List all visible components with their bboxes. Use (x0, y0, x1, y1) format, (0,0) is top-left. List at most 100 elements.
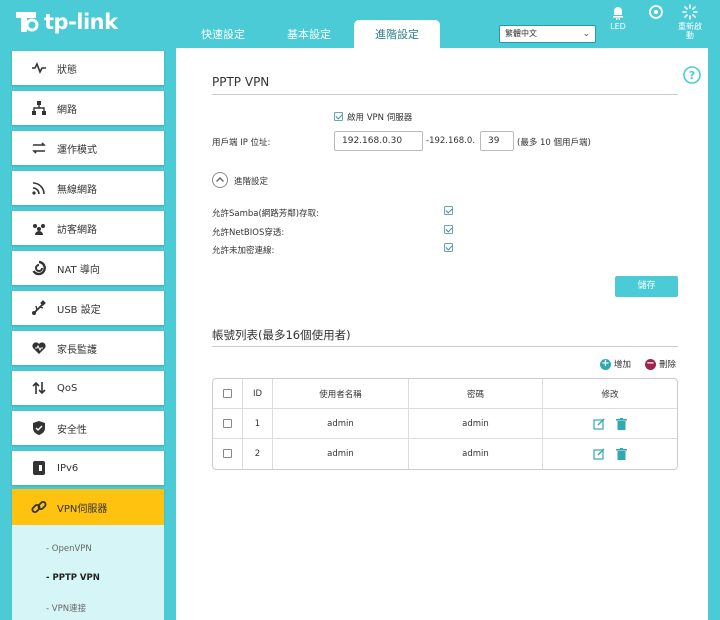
reboot-label-line2: 動 (686, 31, 694, 40)
row-password: admin (409, 439, 543, 469)
sidebar-item-wireless[interactable]: 無線網路 (12, 171, 164, 205)
sidebar-item-operation-mode[interactable]: 運作模式 (12, 131, 164, 165)
pulse-icon (31, 60, 47, 76)
add-label: 增加 (614, 360, 632, 370)
sidebar-item-label: IPv6 (57, 462, 79, 474)
sidebar-item-label: QoS (57, 382, 78, 394)
select-all-cell (213, 379, 243, 409)
edit-icon[interactable] (593, 448, 605, 460)
row-actions (543, 439, 677, 469)
led-label: LED (610, 22, 626, 31)
pptp-section-title: PPTP VPN (212, 75, 270, 89)
ip-limit-note: (最多 10 個用戶端) (517, 138, 591, 148)
ip-end-input[interactable]: 39 (480, 131, 514, 151)
mode-icon (31, 140, 47, 156)
main-panel: ? PPTP VPN 啟用 VPN 伺服器 用戶端 IP 位址: 192.168… (176, 48, 708, 620)
refresh-gear-icon (649, 5, 663, 19)
minus-icon: − (645, 357, 656, 370)
column-header-id: ID (243, 379, 273, 409)
reboot-label-line1: 重新啟 (678, 22, 702, 31)
delete-account-button[interactable]: − 刪除 (645, 358, 676, 370)
sidebar-item-guest-network[interactable]: 訪客網路 (12, 211, 164, 245)
delete-label: 刪除 (659, 360, 677, 370)
enable-vpn-checkbox[interactable] (334, 112, 343, 121)
sidebar-item-status[interactable]: 狀態 (12, 51, 164, 85)
select-all-checkbox[interactable] (223, 388, 232, 398)
tab-quick-setup[interactable]: 快速設定 (180, 20, 266, 48)
add-account-button[interactable]: + 增加 (600, 358, 631, 370)
sidebar-item-vpn-server[interactable]: VPN伺服器 (12, 489, 164, 525)
sidebar-item-label: 無線網路 (57, 184, 97, 196)
svg-text:?: ? (689, 69, 695, 82)
sidebar-item-usb[interactable]: USB 設定 (12, 291, 164, 325)
account-table: ID 使用者名稱 密碼 修改 1 admin admin 2 admin adm… (212, 378, 678, 470)
column-header-username: 使用者名稱 (273, 379, 409, 409)
heart-icon (31, 340, 47, 356)
language-select[interactable]: 繁體中文 ⌄ (499, 25, 596, 43)
column-header-password: 密碼 (409, 379, 543, 409)
tab-basic[interactable]: 基本設定 (266, 20, 352, 48)
sidebar-item-label: 訪客網路 (57, 224, 97, 236)
row-checkbox[interactable] (223, 449, 232, 458)
row-id: 1 (243, 409, 273, 439)
sidebar-item-ipv6[interactable]: IPv6 (12, 451, 164, 485)
shield-icon (31, 420, 47, 436)
sidebar-item-security[interactable]: 安全性 (12, 411, 164, 445)
sidebar-item-label: NAT 導向 (57, 264, 100, 276)
guest-icon (31, 220, 47, 236)
wireless-icon (31, 180, 47, 196)
row-actions (543, 409, 677, 439)
sidebar-item-nat[interactable]: NAT 導向 (12, 251, 164, 285)
ip-range-prefix: -192.168.0. (426, 136, 476, 146)
tp-link-logo: tp-link (12, 8, 118, 36)
submenu-item-openvpn[interactable]: - OpenVPN (46, 544, 92, 554)
submenu-item-pptp-vpn[interactable]: - PPTP VPN (46, 573, 100, 583)
sidebar-item-qos[interactable]: QoS (12, 371, 164, 405)
trash-icon[interactable] (615, 448, 627, 460)
vpn-link-icon (31, 499, 47, 515)
sidebar-item-label: VPN伺服器 (57, 503, 108, 515)
help-icon[interactable]: ? (683, 66, 701, 84)
language-select-value: 繁體中文 (505, 29, 537, 38)
header: tp-link 快速設定 基本設定 進階設定 繁體中文 ⌄ LED 重新啟 動 (0, 0, 720, 48)
reboot-button[interactable]: 重新啟 動 (678, 4, 702, 40)
sidebar-item-parental-controls[interactable]: 家長監護 (12, 331, 164, 365)
enable-vpn-label: 啟用 VPN 伺服器 (347, 113, 413, 123)
led-button[interactable]: LED (610, 4, 626, 31)
row-select-cell (213, 409, 243, 439)
samba-access-checkbox[interactable] (444, 206, 453, 215)
brand-name: tp-link (44, 10, 118, 34)
trash-icon[interactable] (615, 417, 627, 430)
account-divider (212, 346, 678, 347)
tp-link-logo-icon (16, 12, 39, 32)
sidebar-item-network[interactable]: 網路 (12, 91, 164, 125)
nat-icon (31, 260, 47, 276)
ip-start-input[interactable]: 192.168.0.30 (334, 131, 423, 151)
ipv6-icon (31, 460, 47, 476)
unencrypted-label: 允許未加密連線: (212, 246, 275, 256)
submenu-item-vpn-connections[interactable]: - VPN連接 (46, 602, 86, 614)
tab-advanced[interactable]: 進階設定 (354, 20, 440, 48)
table-header-row: ID 使用者名稱 密碼 修改 (213, 379, 677, 409)
led-icon (613, 7, 623, 20)
chevron-down-icon: ⌄ (582, 29, 590, 39)
usb-icon (31, 300, 47, 316)
row-checkbox[interactable] (223, 418, 232, 428)
edit-icon[interactable] (593, 418, 605, 430)
sidebar-item-label: 網路 (57, 104, 77, 116)
sidebar-item-label: 安全性 (57, 424, 87, 436)
save-button[interactable]: 儲存 (615, 276, 678, 297)
advanced-toggle-button[interactable] (212, 172, 228, 188)
update-button[interactable] (648, 4, 664, 22)
unencrypted-checkbox[interactable] (444, 243, 453, 252)
main-tabs: 快速設定 基本設定 進階設定 (180, 20, 440, 48)
sidebar-item-label: 狀態 (57, 64, 77, 76)
column-header-modify: 修改 (543, 379, 677, 409)
qos-icon (31, 380, 47, 396)
table-row: 1 admin admin (213, 409, 677, 439)
sidebar-item-label: USB 設定 (57, 304, 101, 316)
sidebar: 狀態 網路 運作模式 無線網路 訪客網路 NAT 導向 USB 設定 家長監護 … (0, 48, 176, 620)
netbios-checkbox[interactable] (444, 225, 453, 234)
account-list-title: 帳號列表(最多16個使用者) (212, 328, 351, 342)
row-username: admin (273, 439, 409, 469)
